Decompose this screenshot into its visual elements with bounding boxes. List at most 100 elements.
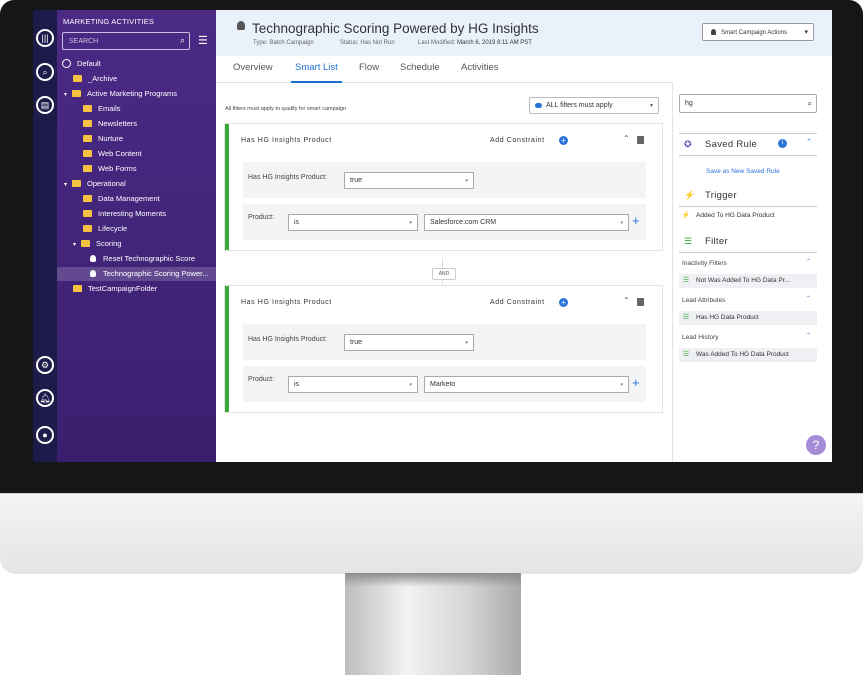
- tab-flow[interactable]: Flow: [359, 62, 379, 73]
- tree-item-test-campaign-folder[interactable]: TestCampaignFolder: [73, 282, 157, 296]
- filter-item-has-hg-data-product[interactable]: ☰ Has HG Data Product: [679, 311, 817, 325]
- tree-item-interesting-moments[interactable]: Interesting Moments: [83, 207, 166, 221]
- collapse-icon[interactable]: ⌃: [806, 258, 811, 265]
- constraint-row: Has HG Insights Product: true ▾: [243, 162, 646, 198]
- field-value-select[interactable]: true ▾: [344, 334, 474, 351]
- add-value-icon[interactable]: +: [632, 375, 640, 390]
- folder-icon: [83, 135, 92, 142]
- lightning-icon: ⚡: [681, 212, 691, 219]
- chevron-down-icon: ▾: [409, 220, 412, 226]
- tree-item-lifecycle[interactable]: Lifecycle: [83, 222, 127, 236]
- add-constraint-icon[interactable]: +: [559, 136, 568, 145]
- inactivity-filters-category[interactable]: Inactivity Filters: [682, 260, 727, 267]
- collapse-icon[interactable]: ⌃: [806, 332, 811, 339]
- notifications-icon[interactable]: 🔔︎: [36, 389, 54, 407]
- folder-icon: [83, 120, 92, 127]
- delete-icon[interactable]: [637, 298, 644, 306]
- add-constraint-button[interactable]: Add Constraint: [490, 137, 545, 144]
- tab-overview[interactable]: Overview: [233, 62, 273, 73]
- tree-search-input[interactable]: SEARCH ⌕: [62, 32, 190, 50]
- info-icon[interactable]: i: [778, 139, 787, 148]
- smart-campaign-icon: [90, 255, 96, 262]
- tree-item-data-management[interactable]: Data Management: [83, 192, 160, 206]
- tree-item-scoring[interactable]: ▾ Scoring: [73, 237, 121, 251]
- field-value: true: [350, 177, 363, 184]
- operator-select[interactable]: is ▾: [288, 376, 418, 393]
- search-icon[interactable]: ⌕: [180, 35, 185, 46]
- field-value: true: [350, 339, 363, 346]
- chevron-down-icon[interactable]: ▾: [73, 238, 81, 252]
- filter-section[interactable]: ☰ Filter: [679, 231, 817, 253]
- tree-item-newsletters[interactable]: Newsletters: [83, 117, 137, 131]
- folder-icon: [72, 90, 81, 97]
- lead-attributes-category[interactable]: Lead Attributes: [682, 297, 725, 304]
- tree-item-operational[interactable]: ▾ Operational: [64, 177, 126, 191]
- marketing-activities-tree: MARKETING ACTIVITIES SEARCH ⌕ ☰ Default …: [57, 10, 216, 462]
- add-value-icon[interactable]: +: [632, 213, 640, 228]
- tab-smart-list[interactable]: Smart List: [291, 62, 342, 83]
- product-label: Product:: [248, 376, 275, 383]
- tree-item-default[interactable]: Default: [62, 57, 101, 71]
- star-icon: ✪: [684, 139, 692, 149]
- home-icon[interactable]: |||: [36, 29, 54, 47]
- tree-item-technographic-scoring[interactable]: Technographic Scoring Power...: [57, 267, 216, 281]
- operator-value: is: [294, 381, 300, 388]
- trigger-section[interactable]: ⚡ Trigger: [679, 185, 817, 207]
- page-title: Technographic Scoring Powered by HG Insi…: [252, 21, 539, 36]
- lead-history-category[interactable]: Lead History: [682, 334, 719, 341]
- tree-item-active-marketing-programs[interactable]: ▾ Active Marketing Programs: [64, 87, 177, 101]
- tree-item-reset-technographic-score[interactable]: Reset Technographic Score: [90, 252, 195, 266]
- folder-icon: [73, 285, 82, 292]
- user-icon[interactable]: ●: [36, 426, 54, 444]
- filter-card-1: Has HG Insights Product Add Constraint +…: [225, 124, 662, 250]
- collapse-icon[interactable]: ⌃: [806, 295, 811, 302]
- filter-logic-select[interactable]: ALL filters must apply ▾: [529, 97, 659, 114]
- filter-item-not-was-added[interactable]: ☰ Not Was Added To HG Data Pr...: [679, 274, 817, 288]
- search-icon[interactable]: ⌕: [808, 95, 812, 113]
- chat-icon[interactable]: ▤: [36, 96, 54, 114]
- folder-icon: [83, 225, 92, 232]
- folder-icon: [83, 105, 92, 112]
- tree-item-emails[interactable]: Emails: [83, 102, 121, 116]
- help-button[interactable]: ?: [806, 435, 826, 455]
- chevron-down-icon[interactable]: ▾: [64, 178, 72, 192]
- folder-icon: [72, 180, 81, 187]
- filter-title: Has HG Insights Product: [241, 137, 332, 144]
- saved-rule-section[interactable]: ✪ Saved Rule i ⌃: [679, 133, 817, 156]
- delete-icon[interactable]: [637, 136, 644, 144]
- product-value: Marketo: [430, 381, 456, 388]
- filter-icon: ☰: [684, 236, 693, 246]
- filter-item-was-added[interactable]: ☰ Was Added To HG Data Product: [679, 348, 817, 362]
- product-select[interactable]: Salesforce.com CRM ▾: [424, 214, 629, 231]
- palette-search-input[interactable]: hg ⌕: [679, 94, 817, 113]
- tree-item-archive[interactable]: _Archive: [73, 72, 117, 86]
- chevron-down-icon: ▾: [465, 340, 468, 346]
- product-select[interactable]: Marketo ▾: [424, 376, 629, 393]
- lightning-icon: ⚡: [684, 190, 696, 200]
- tab-activities[interactable]: Activities: [461, 62, 498, 73]
- tree-item-web-forms[interactable]: Web Forms: [83, 162, 137, 176]
- product-row: Product: is ▾ Salesforce.com CRM ▾ +: [243, 204, 646, 240]
- chevron-down-icon[interactable]: ▾: [64, 88, 72, 102]
- product-value: Salesforce.com CRM: [430, 219, 497, 226]
- settings-icon[interactable]: ⚙: [36, 356, 54, 374]
- tree-item-nurture[interactable]: Nurture: [83, 132, 123, 146]
- field-value-select[interactable]: true ▾: [344, 172, 474, 189]
- search-icon[interactable]: ⌕: [36, 63, 54, 81]
- tab-schedule[interactable]: Schedule: [400, 62, 440, 73]
- operator-value: is: [294, 219, 300, 226]
- toggle-icon: [535, 103, 542, 108]
- add-constraint-button[interactable]: Add Constraint: [490, 299, 545, 306]
- field-label: Has HG Insights Product:: [248, 174, 327, 181]
- trigger-item[interactable]: ⚡ Added To HG Data Product: [679, 209, 817, 223]
- collapse-icon[interactable]: ⌃: [623, 296, 630, 305]
- save-as-new-saved-rule-link[interactable]: Save as New Saved Rule: [706, 168, 780, 175]
- operator-select[interactable]: is ▾: [288, 214, 418, 231]
- tree-item-web-content[interactable]: Web Content: [83, 147, 142, 161]
- filter-settings-icon[interactable]: ☰: [198, 34, 208, 47]
- filter-icon: ☰: [682, 351, 690, 358]
- add-constraint-icon[interactable]: +: [559, 298, 568, 307]
- collapse-icon[interactable]: ⌃: [623, 134, 630, 143]
- smart-campaign-actions-button[interactable]: Smart Campaign Actions ▾: [702, 23, 814, 41]
- collapse-icon[interactable]: ⌃: [806, 138, 812, 146]
